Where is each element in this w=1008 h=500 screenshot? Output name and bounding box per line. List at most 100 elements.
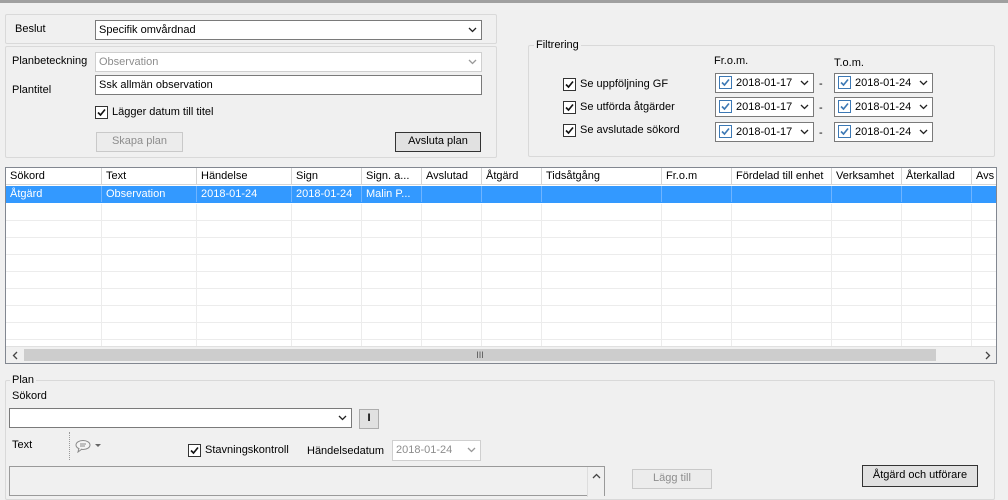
plan-grid[interactable]: Sökord Text Händelse Sign Sign. a... Avs… [5,167,997,364]
chevron-down-icon [466,441,476,459]
filter-closed-from-date[interactable]: 2018-01-17 [715,122,814,142]
checkmark-icon [840,78,849,87]
filter-performed-from-date[interactable]: 2018-01-17 [715,97,814,117]
column-separator [971,255,972,271]
date-enable-checkbox[interactable] [838,125,851,138]
table-cell [732,186,832,202]
chevron-down-icon [467,53,477,71]
column-separator [901,323,902,339]
action-and-performer-button[interactable]: Åtgärd och utförare [862,465,978,487]
column-separator [731,289,732,305]
column-separator [361,289,362,305]
column-separator [831,204,832,220]
handelsedatum-label: Händelsedatum [307,445,385,457]
filter-closed-to-date[interactable]: 2018-01-24 [834,122,933,142]
handelsedatum-value: 2018-01-24 [396,444,453,456]
column-header[interactable]: Återkallad [902,168,972,185]
column-separator [971,238,972,254]
column-separator [361,221,362,237]
column-separator [481,289,482,305]
chevron-down-icon [799,123,809,141]
empty-row [6,204,996,221]
column-separator [541,255,542,271]
column-header[interactable]: Händelse [197,168,292,185]
date-enable-checkbox[interactable] [719,125,732,138]
column-separator [731,306,732,322]
column-separator [421,221,422,237]
date-value: 2018-01-17 [736,101,793,113]
column-header[interactable]: Text [102,168,197,185]
filter-closed-checkbox[interactable] [563,124,576,137]
filter-followup-to-date[interactable]: 2018-01-24 [834,73,933,93]
column-header[interactable]: Avs [972,168,996,185]
checkmark-icon [721,127,730,136]
column-header[interactable]: Sökord [6,168,102,185]
column-separator [291,238,292,254]
column-separator [661,238,662,254]
scroll-right-icon[interactable] [979,347,996,363]
filter-performed-checkbox[interactable] [563,101,576,114]
column-separator [831,289,832,305]
date-enable-checkbox[interactable] [719,100,732,113]
column-separator [291,204,292,220]
checkmark-icon [565,126,574,135]
empty-row [6,306,996,323]
plantitel-input[interactable]: Ssk allmän observation [95,75,482,95]
scroll-up-icon[interactable] [588,467,605,484]
table-cell [542,186,662,202]
column-separator [481,221,482,237]
plantitel-label: Plantitel [12,84,52,96]
table-cell: 2018-01-24 [197,186,292,202]
column-separator [196,272,197,288]
filter-performed-to-date[interactable]: 2018-01-24 [834,97,933,117]
column-separator [101,204,102,220]
info-button[interactable]: I [359,409,379,429]
column-header[interactable]: Tidsåtgång [542,168,662,185]
column-header[interactable]: Verksamhet [832,168,902,185]
column-header[interactable]: Sign [292,168,362,185]
text-area[interactable] [9,466,605,497]
column-header[interactable]: Fr.o.m [662,168,732,185]
column-header[interactable]: Sign. a... [362,168,422,185]
planbeteckning-label: Planbeteckning [12,55,88,67]
date-enable-checkbox[interactable] [838,76,851,89]
table-cell [902,186,972,202]
beslut-dropdown[interactable]: Specifik omvårdnad [95,20,482,40]
filter-followup-checkbox[interactable] [563,78,576,91]
add-date-checkbox[interactable] [95,106,108,119]
end-plan-button[interactable]: Avsluta plan [395,132,481,152]
column-separator [831,323,832,339]
column-separator [661,306,662,322]
speech-bubble-icon[interactable] [75,438,105,454]
scroll-thumb[interactable]: III [24,349,936,361]
vertical-scrollbar[interactable] [587,467,604,497]
sokord-dropdown[interactable] [9,408,352,428]
filter-followup-from-date[interactable]: 2018-01-17 [715,73,814,93]
column-separator [481,323,482,339]
planbeteckning-value: Observation [99,56,159,68]
column-separator [831,272,832,288]
handelsedatum-picker[interactable]: 2018-01-24 [392,440,481,461]
column-separator [731,323,732,339]
horizontal-scrollbar[interactable]: III [6,346,996,363]
scroll-left-icon[interactable] [6,347,23,363]
spellcheck-checkbox[interactable] [188,444,201,457]
date-enable-checkbox[interactable] [719,76,732,89]
checkmark-icon [840,102,849,111]
column-header[interactable]: Avslutad [422,168,482,185]
beslut-value: Specifik omvårdnad [99,24,196,36]
create-plan-button[interactable]: Skapa plan [96,132,183,152]
date-value: 2018-01-24 [855,126,912,138]
planbeteckning-dropdown[interactable]: Observation [95,52,482,72]
column-header[interactable]: Åtgärd [482,168,542,185]
column-separator [361,323,362,339]
empty-row [6,255,996,272]
chevron-down-icon [918,74,928,92]
column-header[interactable]: Fördelad till enhet [732,168,832,185]
checkmark-icon [190,446,199,455]
date-enable-checkbox[interactable] [838,100,851,113]
add-button[interactable]: Lägg till [632,469,712,489]
column-separator [661,255,662,271]
chevron-down-icon [337,409,347,427]
table-row[interactable]: Åtgärd Observation 2018-01-24 2018-01-24… [6,186,996,203]
